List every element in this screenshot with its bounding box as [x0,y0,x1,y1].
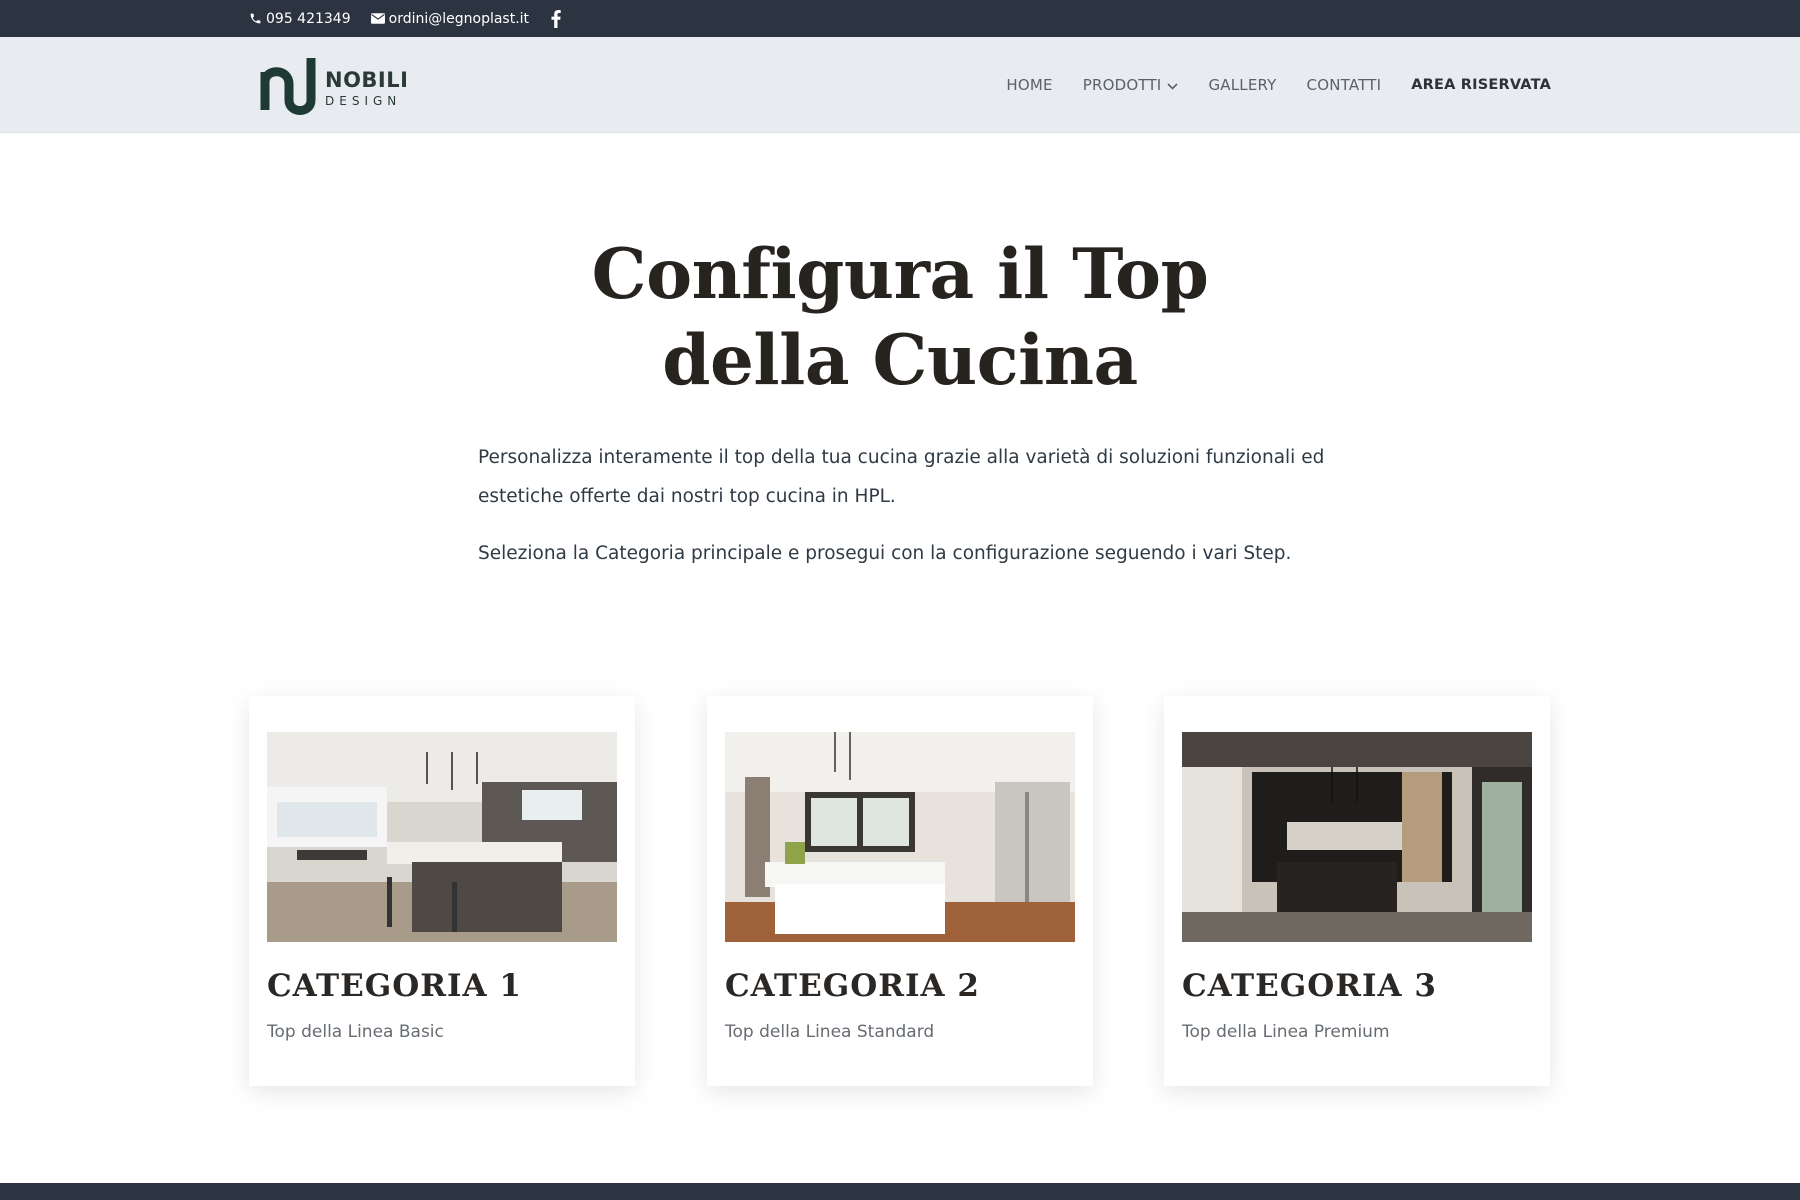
main-nav: HOME PRODOTTI GALLERY CONTATTI AREA RISE… [1006,37,1551,133]
logo-text: NOBILI DESIGN [325,67,409,108]
intro-text: Personalizza interamente il top della tu… [478,438,1338,573]
top-bar-contacts: 095 421349 ordini@legnoplast.it [249,0,561,37]
category-2-image [725,732,1075,942]
facebook-icon[interactable] [551,9,561,28]
category-3-title: CATEGORIA 3 [1182,968,1437,1004]
category-2-title: CATEGORIA 2 [725,968,980,1004]
category-card-1[interactable]: CATEGORIA 1 Top della Linea Basic [249,696,635,1086]
category-1-title: CATEGORIA 1 [267,968,522,1004]
category-1-subtitle: Top della Linea Basic [267,1022,444,1042]
intro-paragraph-1: Personalizza interamente il top della tu… [478,447,1325,507]
email-address: ordini@legnoplast.it [388,10,530,27]
phone-link[interactable]: 095 421349 [249,11,351,27]
nav-item-prodotti[interactable]: PRODOTTI [1083,76,1179,94]
page-title: Configura il Top della Cucina [0,232,1800,404]
envelope-icon [370,13,385,24]
nav-item-home[interactable]: HOME [1006,76,1052,94]
intro-paragraph-2: Seleziona la Categoria principale e pros… [478,543,1292,564]
category-3-subtitle: Top della Linea Premium [1182,1022,1390,1042]
page-title-line-1: Configura il Top [591,234,1209,315]
chevron-down-icon [1167,76,1179,94]
category-3-image [1182,732,1532,942]
phone-number: 095 421349 [266,10,351,27]
logo-mark-icon [259,56,317,120]
site-logo[interactable]: NOBILI DESIGN [259,56,408,120]
site-footer [0,1183,1800,1200]
nav-label: PRODOTTI [1082,76,1162,94]
category-1-image [267,732,617,942]
category-card-3[interactable]: CATEGORIA 3 Top della Linea Premium [1164,696,1550,1086]
logo-subtitle: DESIGN [325,93,402,108]
category-2-subtitle: Top della Linea Standard [725,1022,935,1042]
nav-label: GALLERY [1208,76,1277,94]
category-card-2[interactable]: CATEGORIA 2 Top della Linea Standard [707,696,1093,1086]
nav-label: AREA RISERVATA [1411,77,1551,93]
site-header: NOBILI DESIGN HOME PRODOTTI GALLERY CONT… [0,37,1800,133]
email-link[interactable]: ordini@legnoplast.it [370,10,530,27]
nav-item-area-riservata[interactable]: AREA RISERVATA [1411,77,1551,93]
top-bar: 095 421349 ordini@legnoplast.it [0,0,1800,37]
nav-label: CONTATTI [1306,76,1382,94]
logo-name: NOBILI [325,67,409,92]
phone-icon [249,12,262,25]
nav-item-gallery[interactable]: GALLERY [1208,76,1276,94]
nav-item-contatti[interactable]: CONTATTI [1307,76,1382,94]
nav-label: HOME [1006,76,1053,94]
page-title-line-2: della Cucina [662,320,1138,401]
